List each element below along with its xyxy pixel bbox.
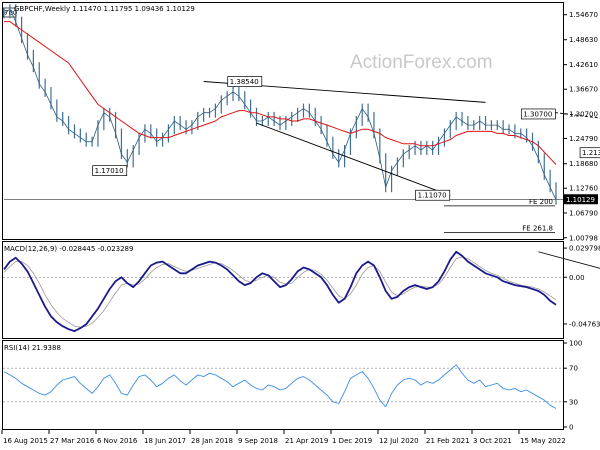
x-axis: 16 Aug 2015 27 Mar 2016 6 Nov 2016 18 Jun 2… <box>1 430 566 445</box>
price-y-tick: 1.12760 <box>569 185 598 193</box>
rsi-panel-label: RSI(14) 21.9388 <box>4 344 61 352</box>
macd-signal-line <box>3 256 557 328</box>
macd-line <box>3 250 557 333</box>
macd-y-tick: -0.047637 <box>569 320 600 328</box>
macd-panel-label: MACD(12,26,9) -0.028445 -0.023289 <box>4 245 133 253</box>
x-tick-label: 15 May 2022 <box>520 437 566 445</box>
price-y-tick: 1.06790 <box>569 209 598 217</box>
chart-svg: ActionForex.com 1.54670 1.48630 1.42610 1.3… <box>1 2 600 445</box>
rsi-panel-frame <box>2 340 564 430</box>
x-tick-label: 27 Mar 2016 <box>50 437 95 445</box>
rsi-y-tick: 100 <box>569 340 582 348</box>
x-tick-label: 21 Feb 2021 <box>426 437 470 445</box>
price-y-tick: 1.54670 <box>569 11 598 19</box>
x-tick-label: 12 Jul 2020 <box>379 437 419 445</box>
rsi-y-tick: 70 <box>569 365 578 373</box>
price-y-tick: 1.24790 <box>569 135 598 143</box>
macd-y-tick: 0.00 <box>569 274 585 282</box>
rsi-panel: 100 70 30 0 <box>3 340 582 432</box>
watermark: ActionForex.com <box>350 52 493 73</box>
price-y-tick: 1.36670 <box>569 86 598 94</box>
last-price-label: 1.10129 <box>566 196 595 204</box>
x-tick-label: 1 Dec 2019 <box>332 437 372 445</box>
macd-panel: 0.029798 0.00 -0.047637 <box>3 245 600 333</box>
level-label: 1.17010 <box>95 167 124 175</box>
rsi-y-tick: 30 <box>569 398 578 406</box>
x-tick-label: 18 Jun 2017 <box>144 437 186 445</box>
price-y-tick: 1.00798 <box>569 234 598 242</box>
macd-y-tick: 0.029798 <box>569 245 600 253</box>
price-panel-title: GBPCHF,Weekly 1.11470 1.11795 1.09436 1.… <box>14 5 195 13</box>
price-close-line <box>3 8 557 200</box>
trendline <box>256 122 451 196</box>
price-y-tick: 1.18680 <box>569 160 598 168</box>
price-y-tick: 1.30700 <box>569 110 598 118</box>
level-label: 1.21340 <box>582 149 600 157</box>
x-tick-label: 3 Oct 2021 <box>473 437 512 445</box>
fe-label: FE 261.8 <box>522 224 553 232</box>
level-label: 1.11070 <box>418 192 447 200</box>
fe-label: FE 200 <box>529 198 553 206</box>
price-panel: 1.54670 1.48630 1.42610 1.36670 1.30700 1.247… <box>2 4 600 242</box>
rsi-y-tick: 0 <box>569 424 573 432</box>
price-y-tick: 1.48630 <box>569 36 598 44</box>
x-tick-label: 28 Jan 2018 <box>191 437 233 445</box>
price-y-tick: 1.42610 <box>569 61 598 69</box>
x-tick-label: 21 Apr 2019 <box>285 437 328 445</box>
x-tick-label: 6 Nov 2016 <box>97 437 138 445</box>
level-label: 1.38540 <box>230 78 259 86</box>
chart-window: ActionForex.com 1.54670 1.48630 1.42610 1.3… <box>0 0 600 450</box>
x-tick-label: 16 Aug 2015 <box>3 437 48 445</box>
x-tick-label: 9 Sep 2018 <box>238 437 278 445</box>
level-label: 1.30700 <box>523 110 552 118</box>
